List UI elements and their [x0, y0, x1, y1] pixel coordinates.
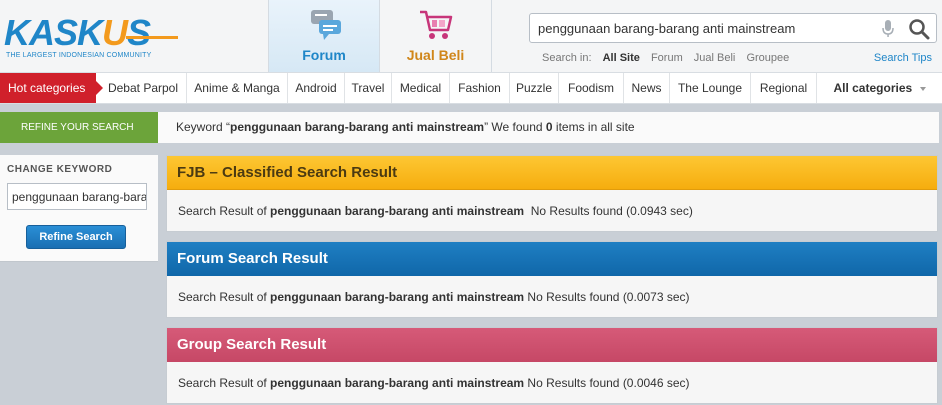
result-panel-group: Group Search Result Search Result of pen…: [166, 327, 938, 404]
search-scope-bar: Search in: All Site Forum Jual Beli Grou…: [542, 52, 797, 64]
search-box: [529, 13, 937, 43]
category-debat-parpol[interactable]: Debat Parpol: [100, 73, 187, 103]
result-body-group: Search Result of penggunaan barang-baran…: [167, 362, 937, 404]
scope-groupee[interactable]: Groupee: [746, 52, 789, 64]
result-prefix: Search Result of: [178, 290, 271, 304]
logo-tagline: THE LARGEST INDONESIAN COMMUNITY: [6, 52, 152, 59]
scope-forum[interactable]: Forum: [651, 52, 683, 64]
all-categories-label: All categories: [833, 81, 913, 95]
result-prefix: Search Result of: [178, 376, 271, 390]
result-keyword: penggunaan barang-barang anti mainstream: [270, 290, 525, 304]
refine-your-search-tab: REFINE YOUR SEARCH: [0, 112, 166, 143]
nav-tab-jual-beli[interactable]: Jual Beli: [380, 0, 492, 72]
site-header: KASKUS THE LARGEST INDONESIAN COMMUNITY …: [0, 0, 942, 72]
result-status: No Results found (0.0073 sec): [524, 290, 690, 304]
logo-wordmark: KASKUS: [4, 12, 151, 53]
result-title-forum: Forum Search Result: [167, 242, 937, 276]
result-status: No Results found (0.0943 sec): [524, 204, 693, 218]
category-medical[interactable]: Medical: [392, 73, 450, 103]
change-keyword-input[interactable]: [7, 183, 147, 210]
result-body-forum: Search Result of penggunaan barang-baran…: [167, 276, 937, 318]
keyword-value: penggunaan barang-barang anti mainstream: [230, 120, 485, 134]
logo-accent-line: [126, 36, 178, 39]
keyword-summary: Keyword “penggunaan barang-barang anti m…: [158, 112, 939, 143]
category-the-lounge[interactable]: The Lounge: [670, 73, 751, 103]
search-in-label: Search in:: [542, 52, 592, 64]
search-input[interactable]: [538, 14, 868, 42]
scope-jual-beli[interactable]: Jual Beli: [694, 52, 736, 64]
result-status: No Results found (0.0046 sec): [524, 376, 690, 390]
caret-down-icon: [919, 86, 926, 91]
result-title-group: Group Search Result: [167, 328, 937, 362]
category-regional[interactable]: Regional: [751, 73, 817, 103]
microphone-icon[interactable]: [882, 20, 894, 38]
result-panel-forum: Forum Search Result Search Result of pen…: [166, 241, 938, 318]
category-fashion[interactable]: Fashion: [450, 73, 510, 103]
change-keyword-panel: CHANGE KEYWORD Refine Search: [0, 155, 158, 262]
result-keyword: penggunaan barang-barang anti mainstream: [270, 204, 525, 218]
nav-tab-forum-label: Forum: [302, 47, 346, 63]
result-prefix: Search Result of: [178, 204, 271, 218]
search-tips-link[interactable]: Search Tips: [874, 52, 932, 64]
result-keyword: penggunaan barang-barang anti mainstream: [270, 376, 525, 390]
keyword-prefix: Keyword “: [176, 120, 231, 134]
category-travel[interactable]: Travel: [345, 73, 392, 103]
forum-icon: [311, 10, 341, 40]
result-count: 0: [545, 120, 553, 134]
scope-all-site[interactable]: All Site: [603, 52, 640, 64]
category-puzzle[interactable]: Puzzle: [510, 73, 559, 103]
keyword-suffix: items in all site: [552, 120, 635, 134]
nav-tab-jual-beli-label: Jual Beli: [406, 47, 465, 63]
result-panel-fjb: FJB – Classified Search Result Search Re…: [166, 155, 938, 232]
all-categories-dropdown[interactable]: All categories: [827, 73, 932, 103]
result-body-fjb: Search Result of penggunaan barang-baran…: [167, 190, 937, 232]
category-anime-manga[interactable]: Anime & Manga: [187, 73, 288, 103]
kaskus-logo[interactable]: KASKUS THE LARGEST INDONESIAN COMMUNITY: [4, 14, 179, 64]
category-foodism[interactable]: Foodism: [559, 73, 624, 103]
change-keyword-label: CHANGE KEYWORD: [7, 164, 113, 175]
category-bar: Hot categories Debat Parpol Anime & Mang…: [0, 72, 942, 104]
search-icon[interactable]: [908, 18, 930, 40]
cart-icon: [420, 10, 453, 39]
result-title-fjb: FJB – Classified Search Result: [167, 156, 937, 190]
category-android[interactable]: Android: [288, 73, 345, 103]
refine-search-button[interactable]: Refine Search: [26, 225, 126, 249]
nav-tab-forum[interactable]: Forum: [268, 0, 380, 72]
category-news[interactable]: News: [624, 73, 670, 103]
keyword-mid: ” We found: [484, 120, 546, 134]
hot-categories-label: Hot categories: [0, 73, 103, 103]
